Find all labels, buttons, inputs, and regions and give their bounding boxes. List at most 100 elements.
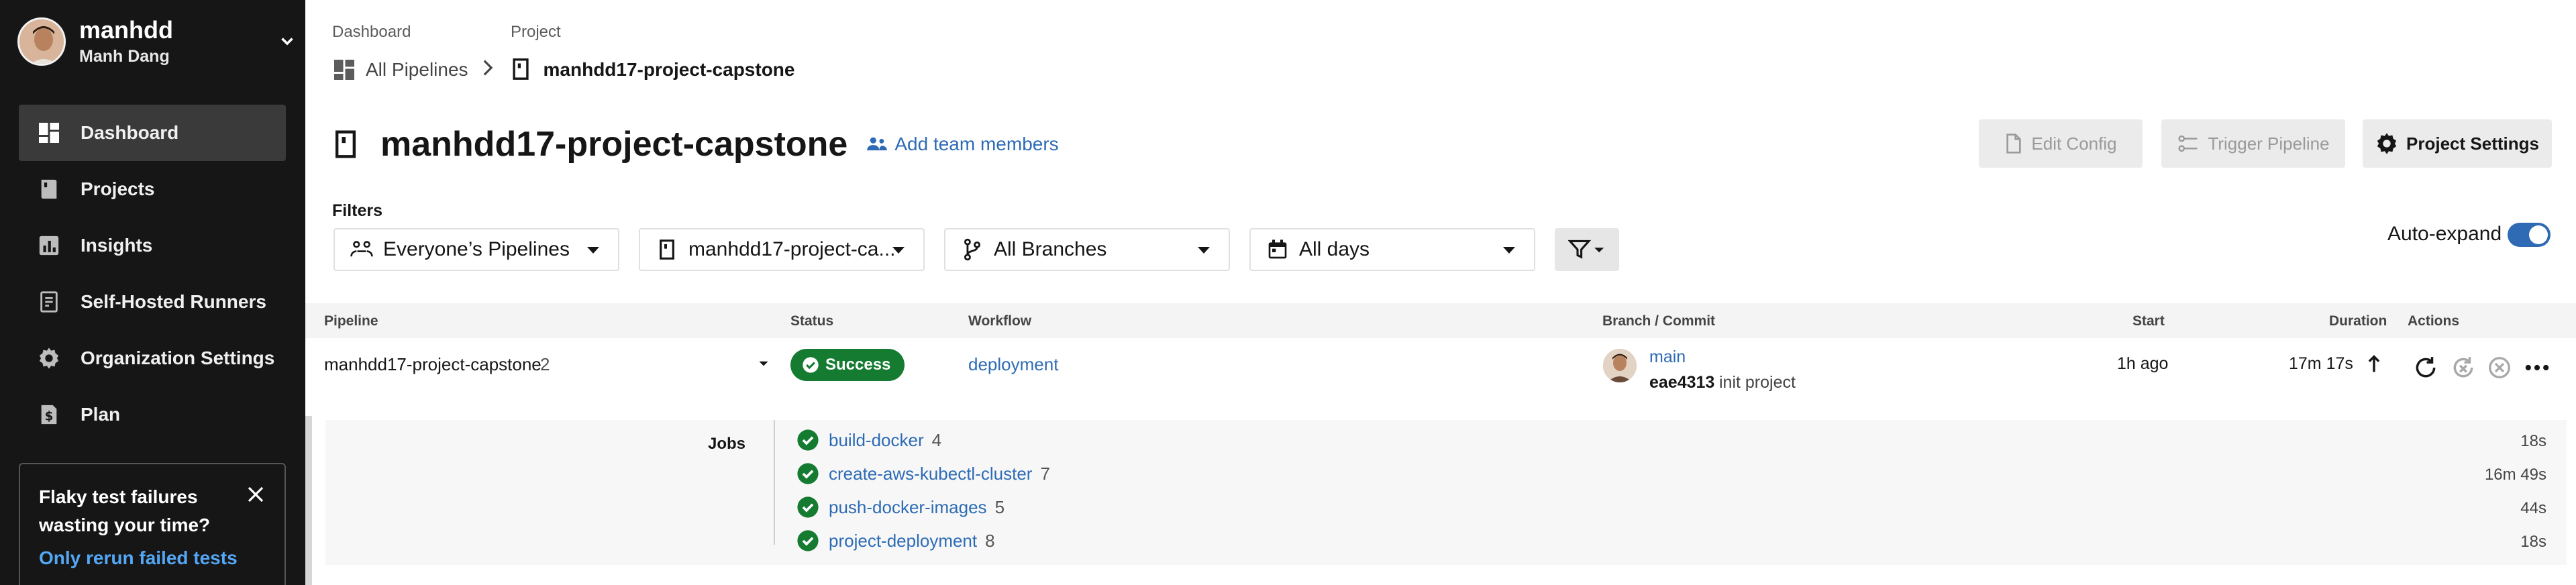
commit-hash[interactable]: eae4313 (1649, 373, 1714, 392)
sidebar-nav: Dashboard Projects Insights Self-Hosted … (19, 105, 286, 443)
job-item: build-docker 4 (796, 427, 941, 454)
expand-caret-icon[interactable] (756, 353, 771, 378)
sidebar-item-self-hosted-runners[interactable]: Self-Hosted Runners (19, 274, 286, 330)
edit-config-label: Edit Config (2031, 133, 2117, 154)
auto-expand-toggle[interactable] (2508, 223, 2551, 247)
job-item: create-aws-kubectl-cluster 7 (796, 460, 1050, 487)
advanced-filter-button[interactable] (1555, 228, 1619, 271)
project-icon (655, 237, 679, 262)
gear-icon (2377, 133, 2397, 154)
pipelines-filter-value: Everyone’s Pipelines (383, 238, 570, 260)
sidebar-item-insights[interactable]: Insights (19, 217, 286, 274)
caret-down-icon (1198, 247, 1210, 254)
breadcrumb-all-pipelines[interactable]: All Pipelines (366, 59, 468, 81)
page-title: manhdd17-project-capstone (380, 125, 848, 164)
svg-text:$: $ (45, 410, 54, 424)
header-workflow: Workflow (968, 313, 1032, 329)
sidebar-item-label: Self-Hosted Runners (81, 291, 266, 312)
duration: 17m 17s (2289, 354, 2353, 373)
user-full-name: Manh Dang (79, 47, 170, 66)
project-filter-select[interactable]: manhdd17-project-ca... (639, 228, 925, 271)
page-header: manhdd17-project-capstone Add team membe… (332, 121, 1059, 168)
user-menu[interactable]: manhdd Manh Dang (17, 15, 299, 68)
sidebar-item-label: Projects (81, 178, 155, 199)
sidebar: manhdd Manh Dang Dashboard Projects Insi… (0, 0, 305, 585)
branch-icon (960, 237, 984, 262)
header-branch-commit: Branch / Commit (1602, 313, 1716, 329)
arrow-up-icon (2367, 354, 2381, 379)
avatar (1603, 349, 1637, 382)
edit-config-button[interactable]: Edit Config (1979, 119, 2143, 168)
job-link[interactable]: create-aws-kubectl-cluster (829, 464, 1032, 484)
project-filter-value: manhdd17-project-ca... (688, 238, 896, 260)
breadcrumb-label-dashboard: Dashboard (332, 23, 411, 41)
project-icon (510, 58, 534, 82)
people-icon (867, 137, 888, 151)
chevron-right-icon (480, 59, 495, 81)
jobs-label: Jobs (708, 435, 746, 453)
funnel-icon (1568, 240, 1604, 259)
job-number: 5 (994, 496, 1005, 517)
avatar (17, 17, 66, 66)
chevron-down-icon[interactable] (275, 30, 299, 54)
more-options-icon[interactable] (2524, 354, 2551, 381)
sidebar-item-plan[interactable]: $ Plan (19, 386, 286, 443)
pipeline-name[interactable]: manhdd17-project-capstone (324, 354, 542, 375)
pipeline-icon (2178, 135, 2198, 152)
sidebar-item-label: Organization Settings (81, 348, 275, 368)
sidebar-item-dashboard[interactable]: Dashboard (19, 105, 286, 161)
pipelines-filter-select[interactable]: Everyone’s Pipelines (333, 228, 619, 271)
rerun-icon[interactable] (2412, 354, 2439, 381)
days-filter-select[interactable]: All days (1249, 228, 1535, 271)
people-filter-icon (350, 237, 374, 262)
add-team-members-label: Add team members (894, 134, 1059, 154)
trigger-pipeline-button[interactable]: Trigger Pipeline (2161, 119, 2345, 168)
header-pipeline: Pipeline (324, 313, 378, 329)
pipeline-number: 2 (540, 354, 550, 374)
add-team-members-link[interactable]: Add team members (866, 134, 1059, 155)
job-link[interactable]: build-docker (829, 430, 924, 451)
promo-link[interactable]: Only rerun failed tests (39, 547, 266, 569)
job-link[interactable]: project-deployment (829, 531, 977, 551)
project-settings-label: Project Settings (2406, 133, 2539, 154)
sidebar-item-projects[interactable]: Projects (19, 161, 286, 217)
job-link[interactable]: push-docker-images (829, 497, 987, 518)
jobs-panel: Jobs build-docker 4 18s create-aws-kubec… (325, 420, 2567, 565)
sidebar-item-organization-settings[interactable]: Organization Settings (19, 330, 286, 386)
project-icon (332, 129, 362, 159)
workflow-link[interactable]: deployment (968, 354, 1058, 375)
file-icon (2006, 134, 2022, 154)
project-settings-button[interactable]: Project Settings (2363, 119, 2552, 168)
branch-link[interactable]: main (1649, 348, 1686, 367)
promo-title: Flaky test failures wasting your time? (39, 486, 211, 535)
job-duration: 44s (2520, 499, 2546, 517)
job-duration: 18s (2520, 533, 2546, 551)
check-circle-icon (797, 496, 819, 518)
header-actions: Actions (2408, 313, 2460, 329)
job-number: 4 (931, 429, 942, 450)
caret-down-icon (587, 247, 599, 254)
check-circle-icon (797, 530, 819, 551)
breadcrumb: All Pipelines manhdd17-project-capstone (332, 56, 794, 83)
job-item: push-docker-images 5 (796, 494, 1004, 521)
breadcrumb-project[interactable]: manhdd17-project-capstone (544, 59, 795, 81)
job-duration: 16m 49s (2484, 466, 2546, 484)
header-duration: Duration (2329, 313, 2387, 329)
table-row: manhdd17-project-capstone 2 Success depl… (305, 338, 2576, 416)
filters-label: Filters (332, 201, 383, 220)
status-badge[interactable]: Success (790, 349, 905, 381)
branch-filter-select[interactable]: All Branches (944, 228, 1230, 271)
jobs-tree-line (774, 420, 775, 545)
start-time: 1h ago (2117, 354, 2169, 373)
branch-filter-value: All Branches (994, 238, 1107, 260)
auto-expand-label: Auto-expand (2387, 223, 2502, 245)
breadcrumb-label-project: Project (511, 23, 561, 41)
rerun-failed-icon[interactable] (2450, 354, 2477, 381)
runner-icon (36, 289, 62, 315)
job-number: 8 (985, 530, 995, 551)
promo-card: Flaky test failures wasting your time? O… (19, 463, 286, 585)
cancel-icon[interactable] (2486, 354, 2513, 381)
days-filter-value: All days (1299, 238, 1370, 260)
close-icon[interactable] (246, 484, 266, 504)
job-duration: 18s (2520, 432, 2546, 450)
